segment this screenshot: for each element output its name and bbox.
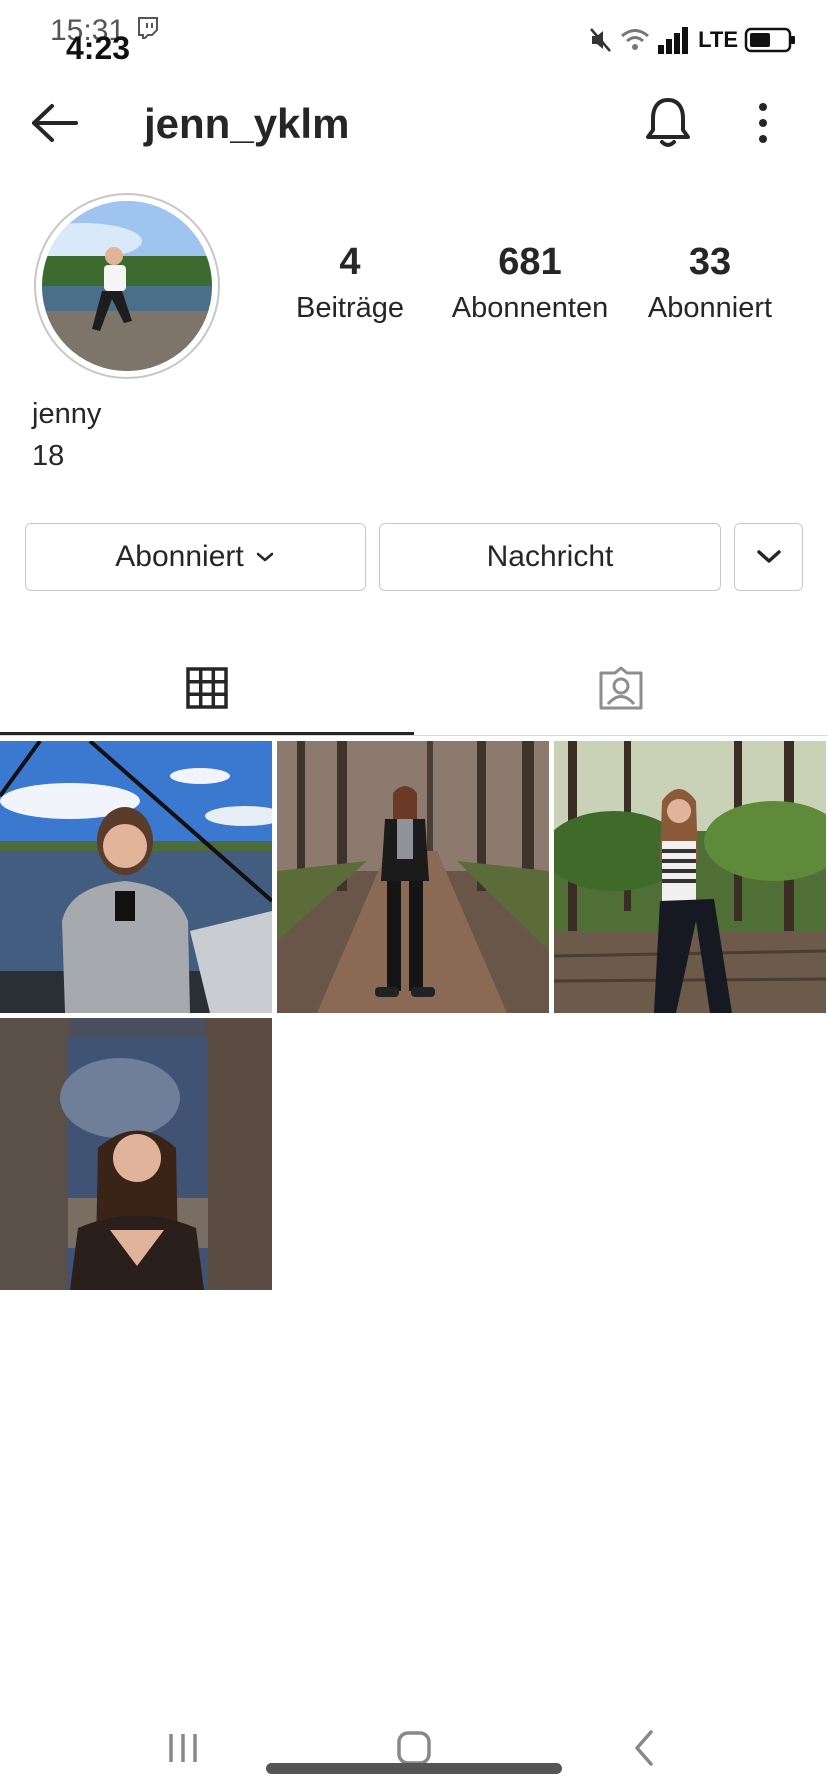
post-thumbnail[interactable] xyxy=(0,1018,272,1290)
portrait-photo xyxy=(0,1018,272,1290)
signal-icon xyxy=(658,27,689,54)
stat-following-value: 33 xyxy=(688,241,732,283)
wifi-icon xyxy=(621,29,650,50)
post-thumbnail[interactable] xyxy=(554,741,826,1013)
bell-icon[interactable] xyxy=(640,92,696,152)
chevron-down-icon xyxy=(256,552,273,562)
message-button[interactable]: Nachricht xyxy=(379,523,721,591)
avatar[interactable] xyxy=(42,201,212,371)
recent-apps-icon[interactable] xyxy=(153,1726,213,1770)
back-nav-icon[interactable] xyxy=(615,1726,675,1770)
boat-lake-photo xyxy=(0,741,272,1013)
stat-followers-value: 681 xyxy=(498,241,562,283)
stat-posts-label: Beiträge xyxy=(295,292,404,324)
stat-posts[interactable]: 4 Beiträge xyxy=(260,240,440,325)
back-arrow-icon[interactable] xyxy=(28,98,82,148)
profile-stats: 4 Beiträge 681 Abonnenten 33 Abonniert xyxy=(260,240,800,325)
suggested-accounts-button[interactable] xyxy=(734,523,803,591)
mute-icon xyxy=(590,28,612,52)
profile-username: jenn_yklm xyxy=(144,100,350,147)
status-time: 4:23 xyxy=(66,30,131,66)
message-button-label: Nachricht xyxy=(486,540,614,573)
status-bar: 15:31 4:23 LTE xyxy=(0,0,828,80)
system-navigation-bar xyxy=(0,1706,828,1792)
grid-icon xyxy=(186,667,228,709)
more-vertical-icon[interactable] xyxy=(740,98,786,148)
profile-tabs xyxy=(0,640,828,736)
home-indicator[interactable] xyxy=(266,1763,562,1774)
status-right-icons: LTE xyxy=(588,18,798,62)
tab-grid[interactable] xyxy=(0,640,414,736)
post-thumbnail[interactable] xyxy=(277,741,549,1013)
tab-tagged[interactable] xyxy=(414,640,828,736)
avatar-photo xyxy=(42,201,212,371)
battery-icon xyxy=(744,27,795,53)
tagged-person-icon xyxy=(599,666,643,710)
twitch-icon xyxy=(138,17,158,39)
profile-name: jenny xyxy=(32,398,102,430)
stat-following[interactable]: 33 Abonniert xyxy=(620,240,800,325)
chevron-down-icon xyxy=(756,550,781,563)
tabs-divider xyxy=(0,735,828,736)
network-type: LTE xyxy=(698,27,738,52)
following-button[interactable]: Abonniert xyxy=(25,523,366,591)
post-thumbnail[interactable] xyxy=(0,741,272,1013)
profile-header: jenn_yklm xyxy=(0,80,828,164)
profile-bio: 18 xyxy=(32,440,65,472)
following-button-label: Abonniert xyxy=(115,540,244,573)
stat-followers-label: Abonnenten xyxy=(451,292,609,324)
forest-path-photo xyxy=(277,741,549,1013)
stat-followers[interactable]: 681 Abonnenten xyxy=(440,240,620,325)
stat-following-label: Abonniert xyxy=(647,292,773,324)
stat-posts-value: 4 xyxy=(339,241,361,283)
forest-log-photo xyxy=(554,741,826,1013)
